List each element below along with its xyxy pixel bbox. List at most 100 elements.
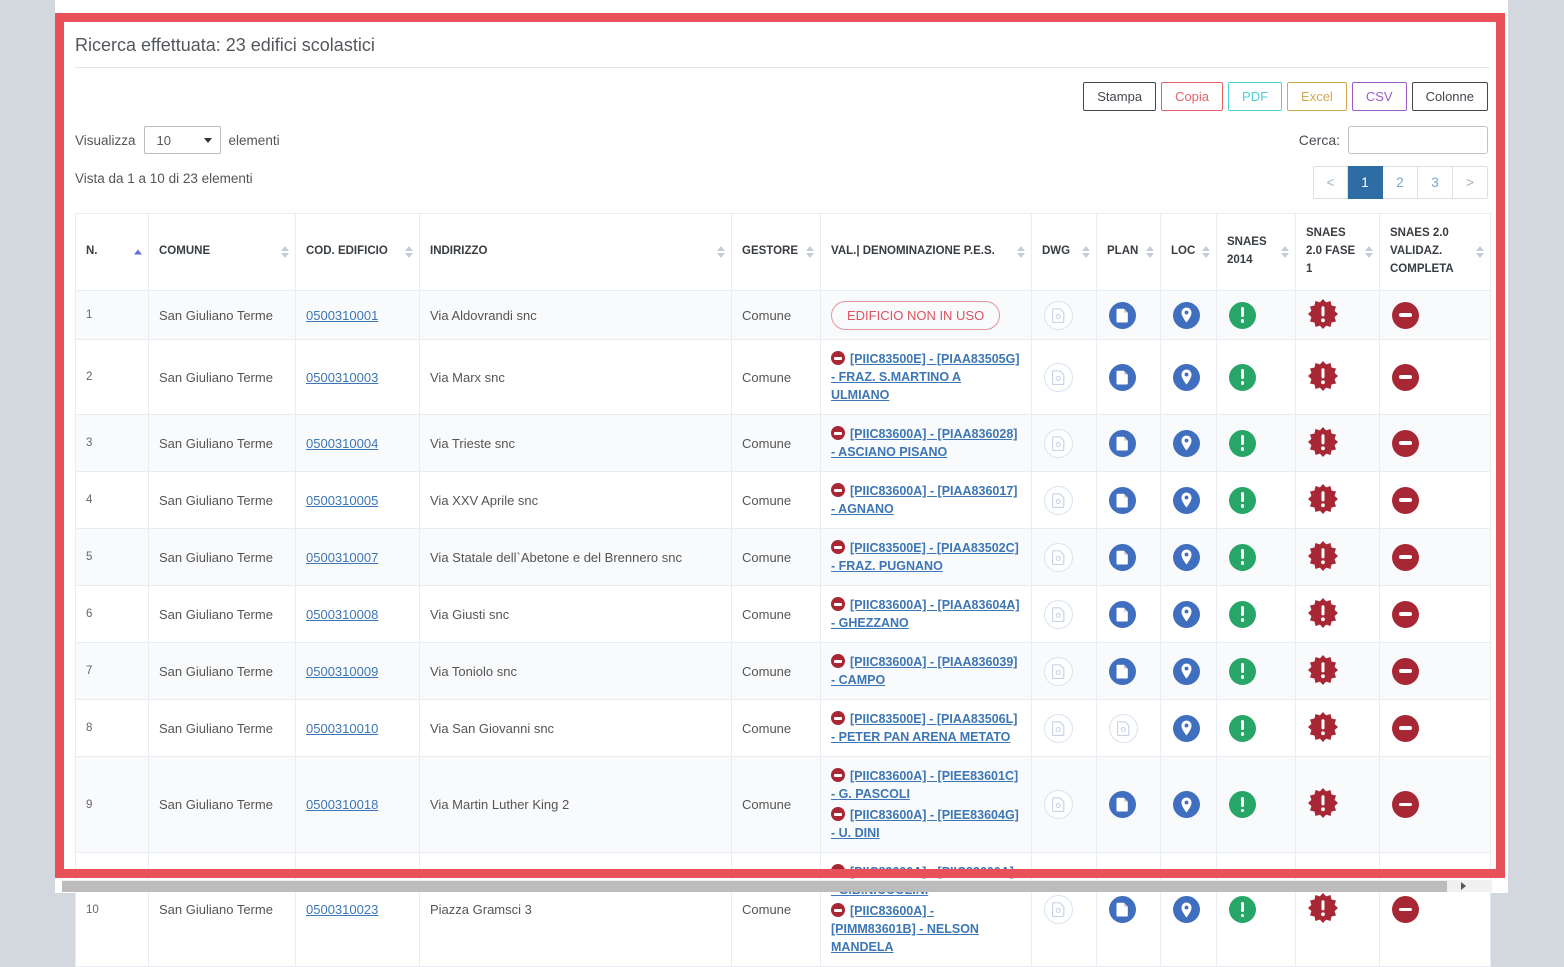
column-header-10[interactable]: SNAES 2.0 FASE 1	[1296, 214, 1380, 291]
building-code-link[interactable]: 0500310010	[306, 721, 378, 736]
stampa-button[interactable]: Stampa	[1083, 82, 1156, 111]
pes-link[interactable]: [PIIC83600A] - [PIAA836028] - ASCIANO PI…	[831, 427, 1017, 459]
validazione-blocked-icon[interactable]	[1392, 601, 1419, 628]
building-code-link[interactable]: 0500310005	[306, 493, 378, 508]
pes-link[interactable]: [PIIC83500E] - [PIAA83506L] - PETER PAN …	[831, 712, 1017, 744]
page-length-select[interactable]: 10	[144, 126, 221, 154]
snaes-fase1-seal-icon[interactable]	[1308, 427, 1338, 457]
snaes-2014-ok-icon[interactable]	[1229, 658, 1256, 685]
pes-link[interactable]: [PIIC83500E] - [PIAA83505G] - FRAZ. S.MA…	[831, 352, 1020, 402]
column-header-2[interactable]: COD. EDIFICIO	[296, 214, 420, 291]
location-pin-icon[interactable]	[1173, 896, 1200, 923]
pes-link[interactable]: [PIIC83600A] - [PIEE83604G] - U. DINI	[831, 808, 1019, 840]
location-pin-icon[interactable]	[1173, 302, 1200, 329]
sort-arrows-icon	[405, 246, 413, 258]
pagination-next[interactable]: >	[1453, 166, 1488, 199]
snaes-fase1-seal-icon[interactable]	[1308, 299, 1338, 329]
pdf-button[interactable]: PDF	[1228, 82, 1282, 111]
location-pin-icon[interactable]	[1173, 715, 1200, 742]
scrollbar-thumb[interactable]	[62, 881, 1447, 892]
validazione-blocked-icon[interactable]	[1392, 364, 1419, 391]
column-header-7[interactable]: PLAN	[1097, 214, 1161, 291]
building-code-link[interactable]: 0500310008	[306, 607, 378, 622]
building-code-link[interactable]: 0500310001	[306, 308, 378, 323]
location-pin-icon[interactable]	[1173, 601, 1200, 628]
column-header-5[interactable]: VAL.| DENOMINAZIONE P.E.S.	[821, 214, 1032, 291]
snaes-2014-ok-icon[interactable]	[1229, 487, 1256, 514]
snaes-2014-ok-icon[interactable]	[1229, 364, 1256, 391]
location-pin-icon[interactable]	[1173, 487, 1200, 514]
building-code-link[interactable]: 0500310018	[306, 797, 378, 812]
plan-pdf-icon[interactable]	[1109, 487, 1136, 514]
plan-pdf-icon[interactable]	[1109, 364, 1136, 391]
search-label: Cerca:	[1299, 132, 1340, 148]
snaes-fase1-seal-icon[interactable]	[1308, 788, 1338, 818]
validazione-blocked-icon[interactable]	[1392, 791, 1419, 818]
colonne-button[interactable]: Colonne	[1412, 82, 1488, 111]
column-header-6[interactable]: DWG	[1032, 214, 1097, 291]
building-code-link[interactable]: 0500310003	[306, 370, 378, 385]
snaes-fase1-seal-icon[interactable]	[1308, 893, 1338, 923]
csv-button[interactable]: CSV	[1352, 82, 1407, 111]
pes-link[interactable]: [PIIC83600A] - [PIAA836017] - AGNANO	[831, 484, 1017, 516]
plan-pdf-icon[interactable]	[1109, 601, 1136, 628]
excel-button[interactable]: Excel	[1287, 82, 1347, 111]
pes-link[interactable]: [PIIC83600A] - [PIEE83601C] - G. PASCOLI	[831, 769, 1018, 801]
validazione-blocked-icon[interactable]	[1392, 658, 1419, 685]
validazione-blocked-icon[interactable]	[1392, 715, 1419, 742]
building-code-link[interactable]: 0500310009	[306, 664, 378, 679]
pagination-page-1[interactable]: 1	[1348, 166, 1383, 199]
validazione-blocked-icon[interactable]	[1392, 302, 1419, 329]
snaes-2014-ok-icon[interactable]	[1229, 302, 1256, 329]
building-code-link[interactable]: 0500310004	[306, 436, 378, 451]
snaes-fase1-seal-icon[interactable]	[1308, 541, 1338, 571]
column-header-8[interactable]: LOC	[1161, 214, 1217, 291]
horizontal-scrollbar[interactable]	[62, 880, 1492, 892]
validazione-blocked-icon[interactable]	[1392, 487, 1419, 514]
snaes-fase1-seal-icon[interactable]	[1308, 712, 1338, 742]
validazione-blocked-icon[interactable]	[1392, 430, 1419, 457]
validazione-blocked-icon[interactable]	[1392, 544, 1419, 571]
snaes-fase1-seal-icon[interactable]	[1308, 361, 1338, 391]
plan-pdf-icon[interactable]	[1109, 544, 1136, 571]
pes-link[interactable]: [PIIC83600A] - [PIAA836039] - CAMPO	[831, 655, 1017, 687]
plan-pdf-icon[interactable]	[1109, 302, 1136, 329]
location-pin-icon[interactable]	[1173, 658, 1200, 685]
copia-button[interactable]: Copia	[1161, 82, 1223, 111]
plan-pdf-icon[interactable]	[1109, 658, 1136, 685]
pes-link[interactable]: [PIIC83600A] - [PIAA83604A] - GHEZZANO	[831, 598, 1020, 630]
column-header-9[interactable]: SNAES 2014	[1217, 214, 1296, 291]
plan-pdf-icon[interactable]	[1109, 430, 1136, 457]
row-number: 5	[76, 529, 149, 586]
snaes-2014-ok-icon[interactable]	[1229, 896, 1256, 923]
validazione-blocked-icon[interactable]	[1392, 896, 1419, 923]
snaes-fase1-seal-icon[interactable]	[1308, 655, 1338, 685]
column-header-4[interactable]: GESTORE	[732, 214, 821, 291]
search-input[interactable]	[1348, 126, 1488, 154]
pagination-page-2[interactable]: 2	[1383, 166, 1418, 199]
pes-link[interactable]: [PIIC83500E] - [PIAA83502C] - FRAZ. PUGN…	[831, 541, 1019, 573]
scroll-right-icon[interactable]	[1461, 882, 1466, 890]
pes-link[interactable]: [PIIC83600A] - [PIMM83601B] - NELSON MAN…	[831, 904, 979, 954]
snaes-2014-ok-icon[interactable]	[1229, 430, 1256, 457]
snaes-2014-ok-icon[interactable]	[1229, 601, 1256, 628]
location-pin-icon[interactable]	[1173, 791, 1200, 818]
location-pin-icon[interactable]	[1173, 430, 1200, 457]
snaes-2014-ok-icon[interactable]	[1229, 715, 1256, 742]
column-header-11[interactable]: SNAES 2.0 VALIDAZ. COMPLETA	[1380, 214, 1491, 291]
plan-pdf-icon[interactable]	[1109, 896, 1136, 923]
snaes-2014-ok-icon[interactable]	[1229, 791, 1256, 818]
location-pin-icon[interactable]	[1173, 544, 1200, 571]
building-code-link[interactable]: 0500310023	[306, 902, 378, 917]
column-header-3[interactable]: INDIRIZZO	[420, 214, 732, 291]
snaes-fase1-seal-icon[interactable]	[1308, 598, 1338, 628]
snaes-2014-ok-icon[interactable]	[1229, 544, 1256, 571]
column-header-0[interactable]: N.	[76, 214, 149, 291]
plan-pdf-icon[interactable]	[1109, 791, 1136, 818]
pagination-page-3[interactable]: 3	[1418, 166, 1453, 199]
pagination-prev[interactable]: <	[1313, 166, 1348, 199]
column-header-1[interactable]: COMUNE	[149, 214, 296, 291]
location-pin-icon[interactable]	[1173, 364, 1200, 391]
snaes-fase1-seal-icon[interactable]	[1308, 484, 1338, 514]
building-code-link[interactable]: 0500310007	[306, 550, 378, 565]
